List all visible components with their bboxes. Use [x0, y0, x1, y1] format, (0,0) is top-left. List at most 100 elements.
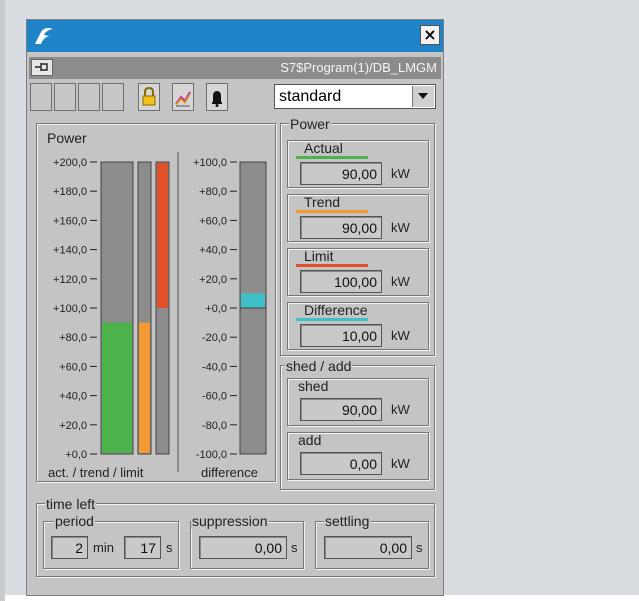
- suppression-unit: s: [291, 540, 298, 555]
- chevron-down-icon: [418, 93, 428, 99]
- difference-label: Difference: [304, 302, 368, 318]
- limit-bar: [157, 163, 168, 308]
- period-group: period 2 min 17 s: [43, 513, 179, 569]
- limit-label: Limit: [304, 248, 334, 264]
- right-axis-tick-label: +0,0: [205, 303, 227, 315]
- mode-select[interactable]: standard: [274, 84, 436, 109]
- add-label: add: [298, 432, 322, 448]
- right-axis-tick-label: -80,0: [202, 420, 227, 432]
- add-value-field: 0,00: [300, 452, 382, 475]
- settling-label: settling: [324, 513, 371, 529]
- period-seconds-field: 17: [124, 536, 161, 559]
- time-left-panel: time left period 2 min 17 s suppression …: [36, 497, 435, 577]
- right-axis-tick-label: +80,0: [199, 186, 227, 198]
- suppression-value-field: 0,00: [199, 536, 287, 559]
- left-axis-tick-label: +100,0: [53, 303, 87, 315]
- bell-icon: [212, 91, 222, 107]
- difference-group: Difference 10,00 kW: [287, 302, 429, 350]
- actual-bar: [102, 322, 132, 453]
- app-logo-icon: [35, 28, 53, 44]
- right-axis-tick-label: +40,0: [199, 245, 227, 257]
- right-chart-caption: difference: [201, 465, 258, 480]
- actual-value-field: 90,00: [300, 162, 382, 185]
- suppression-group: suppression 0,00 s: [190, 513, 304, 569]
- power-values-title: Power: [289, 116, 331, 132]
- right-axis-tick-label: +60,0: [199, 215, 227, 227]
- left-axis-tick-label: +180,0: [53, 186, 87, 198]
- alarm-button[interactable]: [206, 83, 228, 111]
- trend-color-line: [296, 210, 368, 213]
- shed-unit: kW: [391, 402, 410, 417]
- mode-dropdown-button[interactable]: [412, 86, 434, 107]
- title-bar[interactable]: ×: [27, 20, 443, 52]
- settling-group: settling 0,00 s: [315, 513, 429, 569]
- left-axis-tick-label: +0,0: [65, 449, 87, 461]
- period-seconds-unit: s: [166, 540, 173, 555]
- lock-button[interactable]: [138, 83, 160, 111]
- difference-color-line: [296, 318, 368, 321]
- trend-group: Trend 90,00 kW: [287, 194, 429, 242]
- right-axis-tick-label: -100,0: [196, 449, 227, 461]
- left-axis-tick-label: +80,0: [59, 332, 87, 344]
- right-axis-tick-label: +100,0: [193, 157, 227, 169]
- trend-unit: kW: [391, 220, 410, 235]
- actual-group: Actual 90,00 kW: [287, 140, 429, 188]
- power-bar-chart: +200,0 +180,0 +160,0 +140,0 +120,0 +100,0 +80,…: [53, 152, 267, 472]
- mode-select-value: standard: [279, 88, 342, 105]
- right-axis-tick-label: -60,0: [202, 391, 227, 403]
- shed-group: shed 90,00 kW: [287, 378, 429, 426]
- toolbar-button-1[interactable]: [30, 83, 52, 111]
- left-axis-tick-label: +160,0: [53, 215, 87, 227]
- actual-unit: kW: [391, 166, 410, 181]
- right-axis-tick-label: -20,0: [202, 332, 227, 344]
- toolbar-button-2[interactable]: [54, 83, 76, 111]
- left-chart-caption: act. / trend / limit: [48, 465, 144, 480]
- trend-bar: [139, 322, 150, 453]
- left-axis-tick-label: +120,0: [53, 274, 87, 286]
- shed-label: shed: [298, 378, 329, 394]
- actual-label: Actual: [304, 140, 343, 156]
- limit-unit: kW: [391, 274, 410, 289]
- pin-icon: [35, 63, 48, 71]
- shed-add-panel: shed / add shed 90,00 kW add 0,00 kW: [280, 359, 435, 490]
- toolbar-button-3[interactable]: [78, 83, 100, 111]
- limit-color-line: [296, 264, 368, 267]
- trend-chart-button[interactable]: [172, 83, 194, 111]
- shed-value-field: 90,00: [300, 398, 382, 421]
- difference-bar: [241, 293, 265, 308]
- power-management-window: × S7$Program(1)/DB_LMGM standard Power +…: [26, 19, 444, 596]
- period-label: period: [54, 513, 95, 529]
- power-chart-panel: Power +200,0 +180,0 +160,0 +140,0 +120,0 +100…: [36, 123, 276, 482]
- limit-group: Limit 100,00 kW: [287, 248, 429, 296]
- suppression-label: suppression: [191, 513, 269, 529]
- trend-value-field: 90,00: [300, 216, 382, 239]
- minutes-unit: min: [93, 540, 114, 555]
- add-unit: kW: [391, 456, 410, 471]
- right-axis-tick-label: -40,0: [202, 361, 227, 373]
- settling-unit: s: [416, 540, 423, 555]
- pin-button[interactable]: [31, 59, 53, 76]
- shed-add-title: shed / add: [285, 358, 353, 374]
- toolbar-button-4[interactable]: [102, 83, 124, 111]
- limit-value-field: 100,00: [300, 270, 382, 293]
- left-axis-tick-label: +140,0: [53, 245, 87, 257]
- left-axis-tick-label: +60,0: [59, 361, 87, 373]
- trend-label: Trend: [304, 194, 341, 210]
- right-axis-tick-label: +20,0: [199, 274, 227, 286]
- left-axis-tick-label: +20,0: [59, 420, 87, 432]
- period-minutes-field: 2: [51, 536, 88, 559]
- time-left-title: time left: [45, 496, 97, 512]
- path-bar: S7$Program(1)/DB_LMGM: [29, 57, 441, 79]
- difference-value-field: 10,00: [300, 324, 382, 347]
- left-axis-tick-label: +200,0: [53, 157, 87, 169]
- power-values-panel: Power Actual 90,00 kW Trend 90,00 kW Lim…: [280, 117, 435, 356]
- add-group: add 0,00 kW: [287, 432, 429, 480]
- db-path-label: S7$Program(1)/DB_LMGM: [280, 60, 437, 75]
- close-button[interactable]: ×: [420, 25, 440, 45]
- chart-icon: [175, 91, 191, 107]
- lock-icon: [142, 86, 156, 106]
- difference-unit: kW: [391, 328, 410, 343]
- settling-value-field: 0,00: [324, 536, 412, 559]
- left-axis-tick-label: +40,0: [59, 391, 87, 403]
- actual-color-line: [296, 156, 368, 159]
